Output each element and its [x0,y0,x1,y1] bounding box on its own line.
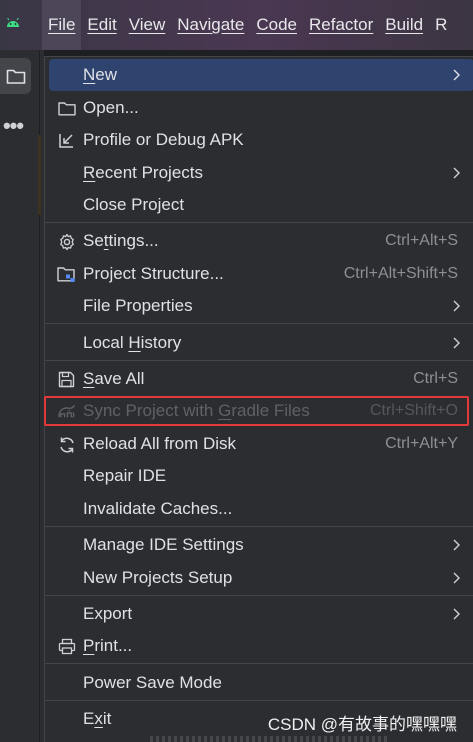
menu-item-project-structure[interactable]: Project Structure... Ctrl+Alt+Shift+S [45,258,473,290]
menu-separator [45,323,473,324]
menu-item-new-projects-setup[interactable]: New Projects Setup [45,562,473,594]
menu-edit[interactable]: Edit [81,0,122,50]
menu-item-label: Close Project [83,195,185,214]
menu-file[interactable]: File [42,0,82,50]
menu-item-new-label: New [83,65,118,84]
shortcut-label: Ctrl+Alt+S [385,232,458,249]
menu-code[interactable]: Code [250,0,303,50]
menu-build[interactable]: Build [379,0,429,50]
menu-item-file-properties[interactable]: File Properties [45,290,473,322]
menu-refactor[interactable]: Refactor [303,0,379,50]
menu-item-print[interactable]: Print... [45,630,473,662]
menu-item-profile-debug-apk[interactable]: Profile or Debug APK [45,124,473,156]
chevron-right-icon [453,608,460,620]
chevron-right-icon [453,167,460,179]
chevron-right-icon [453,572,460,584]
menu-item-label: Profile or Debug APK [83,130,244,149]
chevron-right-icon [453,539,460,551]
menu-item-label: Manage IDE Settings [83,535,244,554]
refresh-icon [57,435,76,454]
menu-item-save-all[interactable]: Save All Ctrl+S [45,363,473,395]
menu-view[interactable]: View [123,0,172,50]
menu-item-reload-from-disk[interactable]: Reload All from Disk Ctrl+Alt+Y [45,428,473,460]
menu-item-label: Reload All from Disk [83,434,237,453]
menu-item-label: Settings... [83,231,159,250]
chevron-right-icon [453,69,460,81]
more-tools-icon[interactable]: ••• [0,113,26,138]
menu-item-label: Recent Projects [83,163,204,182]
menu-item-label: Repair IDE [83,466,167,485]
menu-item-label: Power Save Mode [83,673,222,692]
background-text-fragment [150,736,390,742]
gear-icon [57,232,76,251]
menu-item-new[interactable]: New [49,59,473,91]
menu-item-manage-ide-settings[interactable]: Manage IDE Settings [45,529,473,561]
tool-window-strip [0,50,40,742]
menu-separator [45,526,473,527]
android-icon [7,18,19,27]
menu-item-label: File Properties [83,296,193,315]
shortcut-label: Ctrl+Alt+Y [385,435,458,452]
menu-item-recent-projects[interactable]: Recent Projects [45,157,473,189]
import-apk-icon [57,131,76,150]
menu-item-label: New Projects Setup [83,568,233,587]
menu-item-label: Export [83,604,133,623]
chevron-right-icon [453,300,460,312]
menu-item-label: Exit [83,709,112,728]
menu-item-label: Local History [83,333,182,352]
main-menubar: File Edit View Navigate Code Refactor Bu… [42,0,453,50]
gutter-marker [38,135,41,215]
shortcut-label: Ctrl+S [413,370,458,387]
menu-item-label: Project Structure... [83,264,224,283]
menu-item-settings[interactable]: Settings... Ctrl+Alt+S [45,225,473,257]
menu-item-repair-ide[interactable]: Repair IDE [45,460,473,492]
project-tool-button[interactable] [0,58,31,94]
menu-item-open[interactable]: Open... [45,92,473,124]
shortcut-label: Ctrl+Alt+Shift+S [343,265,458,282]
highlight-annotation-box [44,396,469,426]
chevron-right-icon [453,337,460,349]
watermark: CSDN @有故事的嘿嘿嘿 [267,715,457,734]
menu-separator [45,595,473,596]
menu-item-export[interactable]: Export [45,598,473,630]
printer-icon [57,637,76,656]
menu-item-label: Save All [83,369,145,388]
menu-separator [45,663,473,664]
folder-icon [6,69,25,84]
title-bar: File Edit View Navigate Code Refactor Bu… [0,0,473,50]
save-icon [57,370,76,389]
menu-item-invalidate-caches[interactable]: Invalidate Caches... [45,493,473,525]
menu-item-label: Invalidate Caches... [83,499,233,518]
menu-run[interactable]: R [429,0,453,50]
menu-separator [45,360,473,361]
menu-item-label: Open... [83,98,139,117]
open-folder-icon [57,99,76,118]
menu-item-local-history[interactable]: Local History [45,327,473,359]
menu-item-close-project[interactable]: Close Project [45,189,473,221]
project-structure-icon [57,265,76,284]
menu-item-label: Print... [83,636,133,655]
menu-item-power-save-mode[interactable]: Power Save Mode [45,667,473,699]
menu-separator [45,222,473,223]
menu-navigate[interactable]: Navigate [171,0,250,50]
menu-separator [45,700,473,701]
